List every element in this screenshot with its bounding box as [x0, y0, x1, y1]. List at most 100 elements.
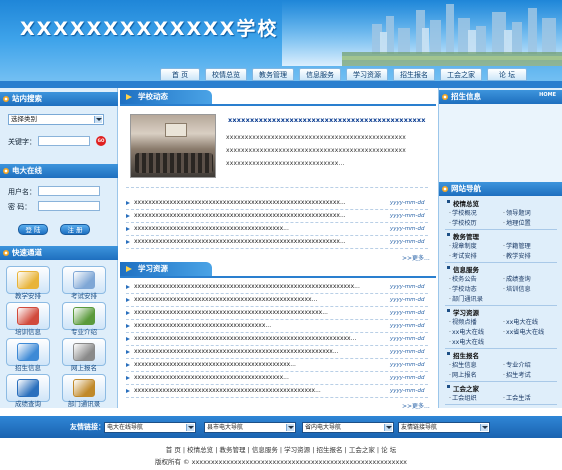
- list-item[interactable]: xxxxxxxxxxxxxxxxxxxxxxxxxxxxxxxxxxxxxxxx…: [126, 372, 430, 384]
- list-item-title[interactable]: xxxxxxxxxxxxxxxxxxxxxxxxxxxxxxxxxxxxxxxx…: [134, 197, 374, 209]
- list-item-title[interactable]: xxxxxxxxxxxxxxxxxxxxxxxxxxxxxxxxxxxxxxxx…: [134, 294, 374, 306]
- site-nav-link[interactable]: 学籍管理: [503, 241, 531, 250]
- list-item[interactable]: xxxxxxxxxxxxxxxxxxxxxxxxxxxxxxxxxxxxxxxx…: [126, 236, 430, 248]
- list-item-title[interactable]: xxxxxxxxxxxxxxxxxxxxxxxxxxxxxxxxxxxxxxxx…: [134, 236, 374, 248]
- list-item-title[interactable]: xxxxxxxxxxxxxxxxxxxxxxxxxxxxxxxxxxxxxxxx…: [134, 210, 374, 222]
- site-nav-link[interactable]: 地理位置: [503, 218, 531, 227]
- site-nav-group-title[interactable]: 教务管理: [447, 231, 479, 241]
- quick-link-enrollment-info[interactable]: 招生信息: [6, 338, 50, 374]
- learning-more-link[interactable]: >>更多...: [402, 401, 430, 410]
- footer-link[interactable]: 招生报名: [316, 446, 342, 454]
- friend-select[interactable]: 友情链接导航: [398, 422, 490, 433]
- site-nav-link[interactable]: xx电大在线: [503, 317, 538, 326]
- list-item-title[interactable]: xxxxxxxxxxxxxxxxxxxxxxxxxxxxxxxxxxxxx...: [134, 320, 374, 332]
- list-item[interactable]: xxxxxxxxxxxxxxxxxxxxxxxxxxxxxxxxxxxxxxxx…: [126, 294, 430, 306]
- site-nav-group-title[interactable]: 工会之家: [447, 383, 479, 393]
- nav-school-overview[interactable]: 校情总览: [205, 68, 247, 81]
- nav-forum[interactable]: 论 坛: [487, 68, 527, 81]
- nav-academic-affairs[interactable]: 教务管理: [252, 68, 294, 81]
- list-item[interactable]: xxxxxxxxxxxxxxxxxxxxxxxxxxxxxxxxxxxxxxxx…: [126, 281, 430, 293]
- site-nav-link[interactable]: 网上报名: [449, 370, 477, 379]
- quick-link-label: 网上报名: [71, 364, 97, 372]
- site-nav-link[interactable]: 工会生活: [503, 393, 531, 402]
- footer-link[interactable]: 工会之家: [349, 446, 375, 454]
- nav-enrollment[interactable]: 招生报名: [393, 68, 435, 81]
- nav-union-home[interactable]: 工会之家: [440, 68, 482, 81]
- list-item-title[interactable]: xxxxxxxxxxxxxxxxxxxxxxxxxxxxxxxxxxxxxxxx…: [134, 346, 374, 358]
- site-nav-link[interactable]: 招生信息: [449, 360, 477, 369]
- site-nav-link[interactable]: xx电大在线: [449, 327, 484, 336]
- friend-select[interactable]: 省内电大导航: [302, 422, 394, 433]
- divider: [445, 381, 557, 382]
- nav-info-service[interactable]: 信息服务: [299, 68, 341, 81]
- list-item[interactable]: xxxxxxxxxxxxxxxxxxxxxxxxxxxxxxxxxxxxxxxx…: [126, 346, 430, 358]
- site-nav-link[interactable]: 部门通讯录: [449, 294, 483, 303]
- news-photo[interactable]: [130, 114, 216, 178]
- footer-link[interactable]: 校情总览: [187, 446, 213, 454]
- list-item-title[interactable]: xxxxxxxxxxxxxxxxxxxxxxxxxxxxxxxxxxxxxxxx…: [134, 333, 374, 345]
- list-item[interactable]: xxxxxxxxxxxxxxxxxxxxxxxxxxxxxxxxxxxxxxxx…: [126, 307, 430, 319]
- list-item[interactable]: xxxxxxxxxxxxxxxxxxxxxxxxxxxxxxxxxxxxxxxx…: [126, 197, 430, 209]
- username-input[interactable]: [38, 186, 100, 196]
- site-nav-link[interactable]: xx省电大在线: [503, 327, 544, 336]
- quick-link-score-query[interactable]: 成绩查询: [6, 374, 50, 410]
- news-headline[interactable]: xxxxxxxxxxxxxxxxxxxxxxxxxxxxxxxxxxxxxxxx…: [228, 116, 426, 124]
- news-more-link[interactable]: >>更多...: [402, 253, 430, 262]
- list-item[interactable]: xxxxxxxxxxxxxxxxxxxxxxxxxxxxxxxxxxxxxxxx…: [126, 210, 430, 222]
- list-item[interactable]: xxxxxxxxxxxxxxxxxxxxxxxxxxxxxxxxxxxxx...…: [126, 320, 430, 332]
- icon-glyph: [73, 379, 95, 397]
- nav-home[interactable]: 首 页: [160, 68, 200, 81]
- site-nav-link[interactable]: 学校概况: [449, 208, 477, 217]
- site-nav-link[interactable]: 校务公告: [449, 274, 477, 283]
- register-button[interactable]: 注 册: [60, 224, 90, 235]
- quick-link-department-directory[interactable]: 部门通讯录: [62, 374, 106, 410]
- login-button[interactable]: 登 陆: [18, 224, 48, 235]
- list-item-title[interactable]: xxxxxxxxxxxxxxxxxxxxxxxxxxxxxxxxxxxxxxxx…: [134, 385, 374, 397]
- list-item-title[interactable]: xxxxxxxxxxxxxxxxxxxxxxxxxxxxxxxxxxxxxxxx…: [134, 372, 374, 384]
- password-input[interactable]: [38, 201, 100, 211]
- site-nav-link[interactable]: xx电大在线: [449, 337, 484, 346]
- site-nav-group-title[interactable]: 招生报名: [447, 350, 479, 360]
- list-item-title[interactable]: xxxxxxxxxxxxxxxxxxxxxxxxxxxxxxxxxxxxxxxx…: [134, 281, 374, 293]
- site-nav-group-title[interactable]: 学习资源: [447, 307, 479, 317]
- keyword-input[interactable]: [38, 136, 90, 146]
- home-link[interactable]: HOME: [539, 92, 556, 98]
- site-nav-link[interactable]: 招生考试: [503, 370, 531, 379]
- friend-select[interactable]: 县市电大导航: [204, 422, 296, 433]
- site-nav-link[interactable]: 学校校历: [449, 218, 477, 227]
- list-item-title[interactable]: xxxxxxxxxxxxxxxxxxxxxxxxxxxxxxxxxxxxxxxx…: [134, 307, 374, 319]
- footer-link[interactable]: 论 坛: [381, 446, 396, 454]
- quick-link-major-intro[interactable]: 专业介绍: [62, 302, 106, 338]
- bullet-icon: [3, 168, 9, 174]
- footer-link[interactable]: 首 页: [166, 446, 181, 454]
- site-nav-link[interactable]: 规章制度: [449, 241, 477, 250]
- site-nav-link[interactable]: 领导题词: [503, 208, 531, 217]
- category-select[interactable]: 选择类别: [8, 114, 104, 125]
- site-nav-link[interactable]: 培训信息: [503, 284, 531, 293]
- footer-link[interactable]: 信息服务: [252, 446, 278, 454]
- site-nav-link[interactable]: 考试安排: [449, 251, 477, 260]
- site-nav-link[interactable]: 学校动态: [449, 284, 477, 293]
- quick-link-teaching-schedule[interactable]: 教学安排: [6, 266, 50, 302]
- list-item-title[interactable]: xxxxxxxxxxxxxxxxxxxxxxxxxxxxxxxxxxxxxxxx…: [134, 359, 374, 371]
- nav-learning-resources[interactable]: 学习资源: [346, 68, 388, 81]
- quick-link-online-registration[interactable]: 网上报名: [62, 338, 106, 374]
- site-nav-link[interactable]: 工会组织: [449, 393, 477, 402]
- site-nav-link[interactable]: 成绩查询: [503, 274, 531, 283]
- site-nav-link[interactable]: 专业介绍: [503, 360, 531, 369]
- search-go-button[interactable]: GO: [96, 136, 106, 146]
- site-nav-link[interactable]: 教学安排: [503, 251, 531, 260]
- site-nav-link[interactable]: 视频点播: [449, 317, 477, 326]
- list-item[interactable]: xxxxxxxxxxxxxxxxxxxxxxxxxxxxxxxxxxxxxxxx…: [126, 223, 430, 235]
- list-item[interactable]: xxxxxxxxxxxxxxxxxxxxxxxxxxxxxxxxxxxxxxxx…: [126, 333, 430, 345]
- list-item[interactable]: xxxxxxxxxxxxxxxxxxxxxxxxxxxxxxxxxxxxxxxx…: [126, 385, 430, 397]
- friend-select[interactable]: 电大在线导航: [104, 422, 196, 433]
- footer-link[interactable]: 学习资源: [284, 446, 310, 454]
- quick-link-training-info[interactable]: 培训信息: [6, 302, 50, 338]
- quick-link-exam-schedule[interactable]: 考试安排: [62, 266, 106, 302]
- site-nav-group-title[interactable]: 信息服务: [447, 264, 479, 274]
- list-item[interactable]: xxxxxxxxxxxxxxxxxxxxxxxxxxxxxxxxxxxxxxxx…: [126, 359, 430, 371]
- footer-link[interactable]: 教务管理: [220, 446, 246, 454]
- site-nav-group-title[interactable]: 校情总览: [447, 198, 479, 208]
- list-item-title[interactable]: xxxxxxxxxxxxxxxxxxxxxxxxxxxxxxxxxxxxxxxx…: [134, 223, 374, 235]
